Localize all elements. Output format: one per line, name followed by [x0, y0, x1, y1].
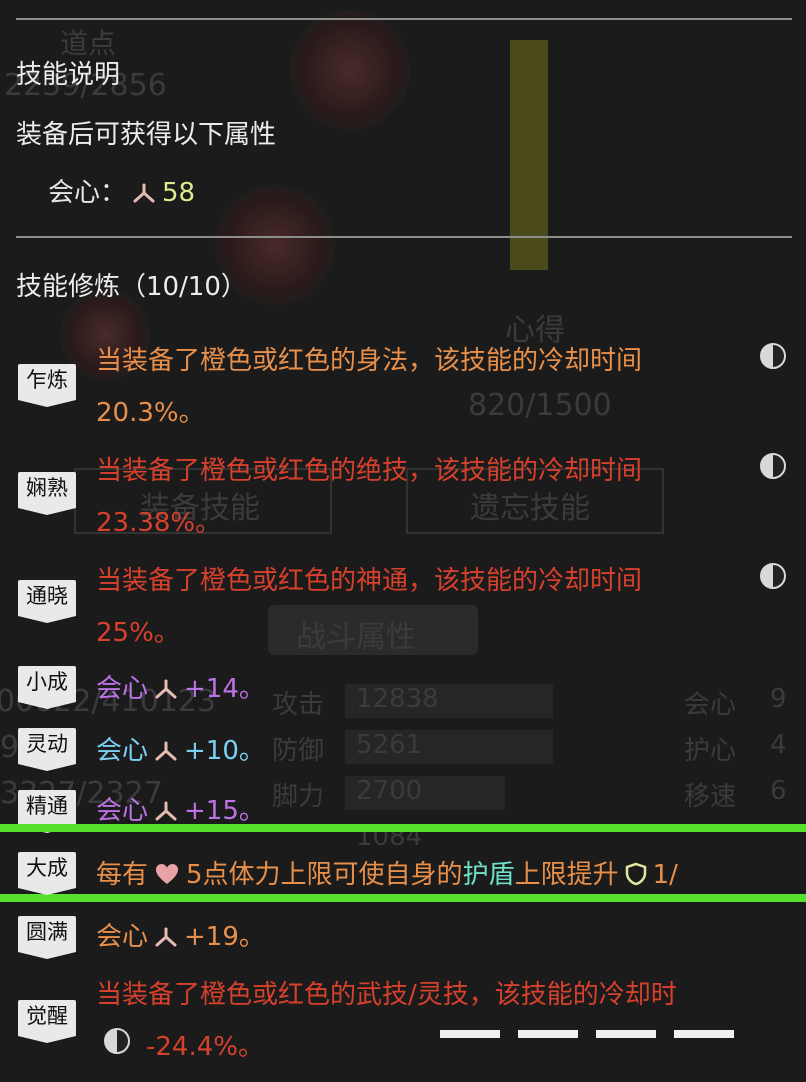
level-value: +10。: [184, 736, 265, 766]
level-value: +15。: [184, 796, 265, 826]
level-value: +14。: [184, 674, 265, 704]
level-value: -24.4%。: [146, 1032, 264, 1062]
level-badge: 小成: [18, 666, 76, 700]
crit-icon: [155, 927, 177, 947]
level-line: 会心 +14。: [96, 668, 265, 705]
crit-icon: [133, 183, 155, 203]
level-badge: 灵动: [18, 728, 76, 762]
shield-word: 护盾: [462, 860, 515, 890]
crit-icon: [155, 679, 177, 699]
heart-icon: [156, 864, 179, 884]
partial-overlay-text: [440, 1030, 770, 1070]
cooldown-icon: [760, 563, 786, 589]
level-post: 上限提升: [514, 860, 619, 890]
attr-label: 会心：: [48, 178, 127, 208]
cooldown-icon: [104, 1028, 130, 1054]
crit-icon: [155, 741, 177, 761]
level-badge: 通晓: [18, 580, 76, 614]
equip-attr-row: 会心： 58: [48, 172, 195, 209]
attr-value: 58: [162, 178, 196, 208]
divider: [16, 236, 792, 238]
level-value: 23.38%。: [96, 508, 222, 538]
level-line: 会心 +10。: [96, 730, 265, 767]
crit-icon: [155, 801, 177, 821]
level-line: 会心 +19。: [96, 916, 265, 953]
level-text: 当装备了橙色或红色的绝技，该技能的冷却时间: [96, 456, 643, 486]
level-line: 会心 +15。: [96, 790, 265, 827]
level-value: +19。: [184, 922, 265, 952]
level-text: 当装备了橙色或红色的神通，该技能的冷却时间: [96, 566, 643, 596]
level-badge: 乍炼: [18, 364, 76, 398]
level-mid: 5点体力上限可使自身的: [186, 860, 463, 890]
level-label: 会心: [96, 674, 149, 704]
skill-tooltip: 技能说明 装备后可获得以下属性 会心： 58 技能修炼（10/10） 乍炼 当装备…: [0, 0, 806, 1069]
level-text: 当装备了橙色或红色的身法，该技能的冷却时间: [96, 346, 643, 376]
training-title: 技能修炼（10/10）: [16, 272, 247, 302]
level-pre: 每有: [96, 860, 149, 890]
level-badge: 圆满: [18, 916, 76, 950]
cooldown-icon: [760, 453, 786, 479]
highlight-line-top: [0, 824, 806, 832]
skill-desc-title: 技能说明: [16, 60, 121, 90]
level-text: 当装备了橙色或红色的武技/灵技，该技能的冷却时: [96, 980, 677, 1010]
level-value: 20.3%。: [96, 398, 205, 428]
level-badge: 觉醒: [18, 1000, 76, 1034]
level-label: 会心: [96, 736, 149, 766]
level-badge: 精通: [18, 790, 76, 824]
divider: [16, 18, 792, 20]
shield-icon: [625, 862, 646, 886]
level-label: 会心: [96, 796, 149, 826]
level-tail: 1/: [652, 860, 678, 890]
level-label: 会心: [96, 922, 149, 952]
level-badge: 大成: [18, 852, 76, 886]
highlight-line-bottom: [0, 894, 806, 902]
level-badge: 娴熟: [18, 472, 76, 506]
cooldown-icon: [760, 343, 786, 369]
level-value: 25%。: [96, 618, 180, 648]
skill-desc-subtitle: 装备后可获得以下属性: [16, 120, 277, 150]
level-line: 每有 5点体力上限可使自身的护盾上限提升 1/: [96, 854, 678, 891]
